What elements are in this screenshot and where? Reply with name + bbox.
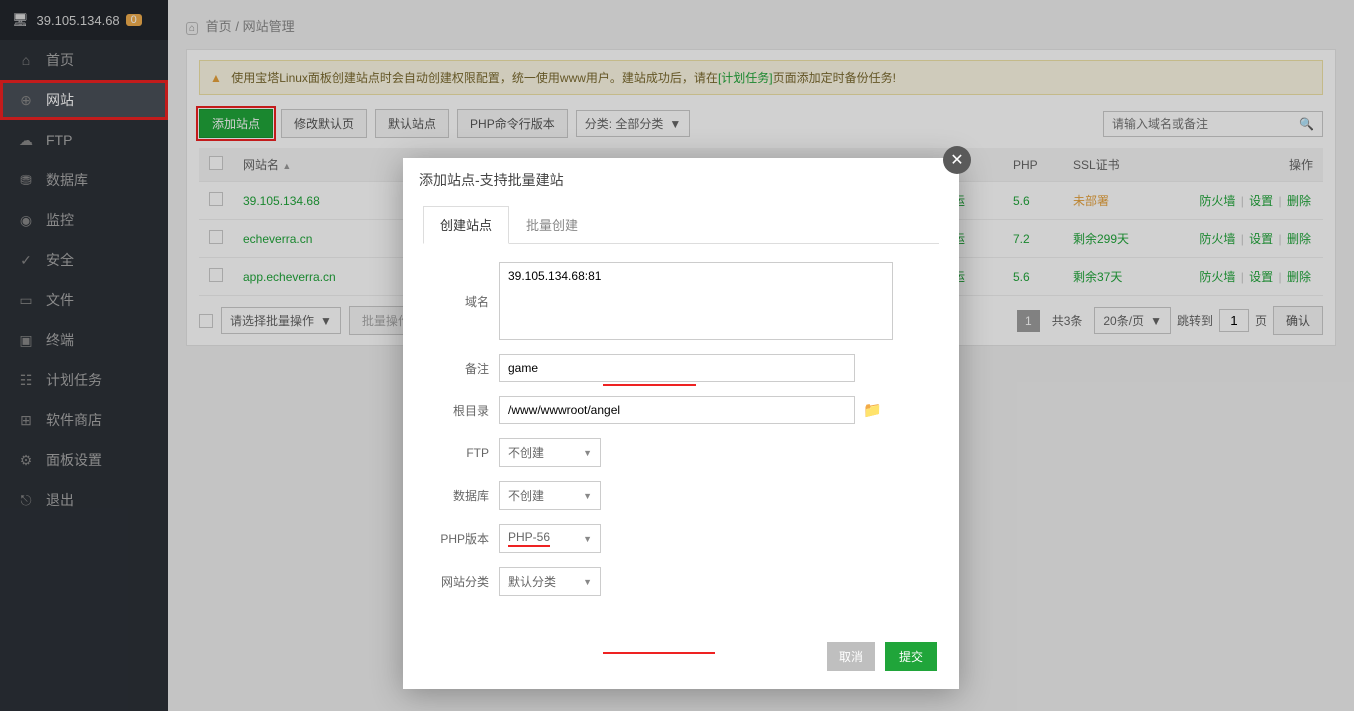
db-select[interactable]: 不创建▼	[499, 481, 601, 510]
php-select[interactable]: PHP-56▼	[499, 524, 601, 553]
label-cat: 网站分类	[423, 573, 499, 590]
chevron-down-icon: ▼	[583, 448, 592, 458]
label-php: PHP版本	[423, 530, 499, 547]
folder-icon[interactable]: 📁	[863, 401, 882, 419]
chevron-down-icon: ▼	[583, 577, 592, 587]
label-db: 数据库	[423, 487, 499, 504]
cancel-button[interactable]: 取消	[827, 642, 875, 671]
label-note: 备注	[423, 360, 499, 377]
modal-tabs: 创建站点 批量创建	[423, 206, 939, 244]
domain-input[interactable]: <span></span>	[499, 262, 893, 340]
chevron-down-icon: ▼	[583, 491, 592, 501]
tab-create[interactable]: 创建站点	[423, 206, 509, 244]
label-domain: 域名	[423, 293, 499, 310]
label-root: 根目录	[423, 402, 499, 419]
submit-button[interactable]: 提交	[885, 642, 937, 671]
modal-title: 添加站点-支持批量建站	[403, 158, 959, 202]
chevron-down-icon: ▼	[583, 534, 592, 544]
tab-batch[interactable]: 批量创建	[509, 206, 595, 243]
root-input[interactable]	[499, 396, 855, 424]
category-select-modal[interactable]: 默认分类▼	[499, 567, 601, 596]
close-icon[interactable]: ✕	[943, 146, 971, 174]
label-ftp: FTP	[423, 446, 499, 460]
ftp-select[interactable]: 不创建▼	[499, 438, 601, 467]
add-site-modal: ✕ 添加站点-支持批量建站 创建站点 批量创建 域名 <span></span>…	[403, 158, 959, 689]
note-input[interactable]	[499, 354, 855, 382]
